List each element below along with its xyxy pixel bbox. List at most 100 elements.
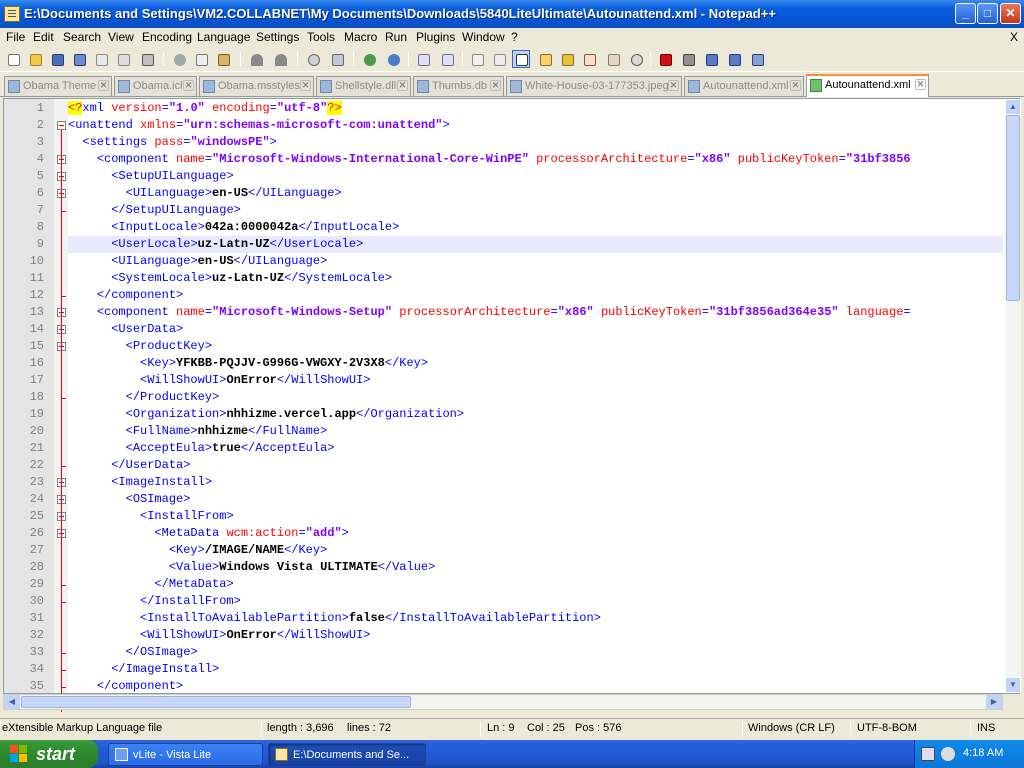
code-line[interactable]: <MetaData wcm:action="add"> xyxy=(68,525,1003,542)
horizontal-scroll-thumb[interactable] xyxy=(21,696,411,708)
menu-edit[interactable]: Edit xyxy=(33,30,54,44)
code-line[interactable]: </ProductKey> xyxy=(68,389,1003,406)
scroll-down-icon[interactable]: ▼ xyxy=(1005,677,1021,693)
menu-settings[interactable]: Settings xyxy=(256,30,299,44)
menu-macro[interactable]: Macro xyxy=(344,30,377,44)
undo-icon[interactable] xyxy=(247,50,265,68)
tab-close-icon[interactable]: ✕ xyxy=(790,80,801,91)
save-icon[interactable] xyxy=(48,50,66,68)
code-line[interactable]: <SetupUILanguage> xyxy=(68,168,1003,185)
menu-search[interactable]: Search xyxy=(63,30,101,44)
code-line[interactable]: <WillShowUI>OnError</WillShowUI> xyxy=(68,372,1003,389)
menu-close-document[interactable]: X xyxy=(1010,30,1018,44)
code-line[interactable]: </SetupUILanguage> xyxy=(68,202,1003,219)
code-line[interactable]: </ImageInstall> xyxy=(68,661,1003,678)
vertical-scrollbar[interactable]: ▲ ▼ xyxy=(1005,99,1021,693)
paste-icon[interactable] xyxy=(214,50,232,68)
code-area[interactable]: <?xml version="1.0" encoding="utf-8"?> <u… xyxy=(68,99,1003,693)
cut-icon[interactable] xyxy=(170,50,188,68)
record-macro-icon[interactable] xyxy=(656,50,674,68)
save-macro-icon[interactable] xyxy=(748,50,766,68)
close-file-icon[interactable] xyxy=(92,50,110,68)
menu-help[interactable]: ? xyxy=(511,30,518,44)
code-line[interactable]: <unattend xmlns="urn:schemas-microsoft-c… xyxy=(68,117,1003,134)
code-line[interactable]: <SystemLocale>uz-Latn-UZ</SystemLocale> xyxy=(68,270,1003,287)
indent-guide-icon[interactable] xyxy=(512,50,530,68)
user-language-icon[interactable] xyxy=(536,50,554,68)
tab-shellstyle-dll[interactable]: Shellstyle.dll ✕ xyxy=(316,76,411,96)
fold-toggle-icon[interactable] xyxy=(57,121,66,130)
code-line[interactable]: <UILanguage>en-US</UILanguage> xyxy=(68,253,1003,270)
menu-run[interactable]: Run xyxy=(385,30,407,44)
fold-margin[interactable] xyxy=(54,99,68,712)
start-button[interactable]: start xyxy=(0,740,98,768)
close-button[interactable]: ✕ xyxy=(1000,3,1021,24)
function-list-icon[interactable] xyxy=(580,50,598,68)
print-icon[interactable] xyxy=(138,50,156,68)
show-all-chars-icon[interactable] xyxy=(490,50,508,68)
code-line[interactable]: <InstallFrom> xyxy=(68,508,1003,525)
title-bar[interactable]: E:\Documents and Settings\VM2.COLLABNET\… xyxy=(0,0,1024,28)
code-line[interactable]: <WillShowUI>OnError</WillShowUI> xyxy=(68,627,1003,644)
menu-window[interactable]: Window xyxy=(462,30,505,44)
code-line[interactable]: </UserData> xyxy=(68,457,1003,474)
scroll-left-icon[interactable]: ◀ xyxy=(4,695,20,709)
save-all-icon[interactable] xyxy=(70,50,88,68)
tab-thumbs-db[interactable]: Thumbs.db ✕ xyxy=(413,76,504,96)
monitoring-icon[interactable] xyxy=(627,50,645,68)
menu-language[interactable]: Language xyxy=(197,30,250,44)
menu-encoding[interactable]: Encoding xyxy=(142,30,192,44)
redo-icon[interactable] xyxy=(271,50,289,68)
menu-plugins[interactable]: Plugins xyxy=(416,30,455,44)
code-line[interactable]: <ImageInstall> xyxy=(68,474,1003,491)
sync-horizontal-icon[interactable] xyxy=(438,50,456,68)
code-line[interactable]: <Value>Windows Vista ULTIMATE</Value> xyxy=(68,559,1003,576)
status-eol[interactable]: Windows (CR LF) xyxy=(748,722,835,734)
close-all-icon[interactable] xyxy=(114,50,132,68)
tab-close-icon[interactable]: ✕ xyxy=(98,80,109,91)
code-line[interactable]: <ProductKey> xyxy=(68,338,1003,355)
tab-autounattend-xml-1[interactable]: Autounattend.xml ✕ xyxy=(684,76,804,96)
code-line[interactable]: <settings pass="windowsPE"> xyxy=(68,134,1003,151)
task-notepadpp[interactable]: E:\Documents and Se... xyxy=(268,743,426,766)
vertical-scroll-thumb[interactable] xyxy=(1006,115,1020,301)
zoom-out-icon[interactable] xyxy=(384,50,402,68)
tab-close-icon[interactable]: ✕ xyxy=(915,79,926,90)
volume-icon[interactable] xyxy=(941,747,955,761)
run-macro-multiple-icon[interactable] xyxy=(725,50,743,68)
tab-close-icon[interactable]: ✕ xyxy=(668,80,679,91)
new-file-icon[interactable] xyxy=(4,50,22,68)
code-line[interactable]: <Key>/IMAGE/NAME</Key> xyxy=(68,542,1003,559)
doc-map-icon[interactable] xyxy=(558,50,576,68)
code-line[interactable]: <Key>YFKBB-PQJJV-G996G-VWGXY-2V3X8</Key> xyxy=(68,355,1003,372)
code-line[interactable]: <UILanguage>en-US</UILanguage> xyxy=(68,185,1003,202)
find-icon[interactable] xyxy=(304,50,322,68)
open-file-icon[interactable] xyxy=(26,50,44,68)
maximize-button[interactable]: □ xyxy=(977,3,998,24)
code-line[interactable]: <AcceptEula>true</AcceptEula> xyxy=(68,440,1003,457)
play-macro-icon[interactable] xyxy=(702,50,720,68)
tab-close-icon[interactable]: ✕ xyxy=(490,80,501,91)
tab-obama-icl[interactable]: Obama.icl ✕ xyxy=(114,76,197,96)
code-line[interactable]: <UserLocale>uz-Latn-UZ</UserLocale> xyxy=(68,236,1003,253)
sync-vertical-icon[interactable] xyxy=(414,50,432,68)
keyboard-icon[interactable] xyxy=(921,747,935,761)
zoom-in-icon[interactable] xyxy=(360,50,378,68)
horizontal-scrollbar[interactable]: ◀ ▶ xyxy=(3,694,1003,710)
menu-view[interactable]: View xyxy=(108,30,134,44)
code-line[interactable]: <OSImage> xyxy=(68,491,1003,508)
code-line[interactable]: <FullName>nhhizme</FullName> xyxy=(68,423,1003,440)
scroll-up-icon[interactable]: ▲ xyxy=(1005,99,1021,115)
task-vlite[interactable]: vLite - Vista Lite xyxy=(108,743,263,766)
word-wrap-icon[interactable] xyxy=(468,50,486,68)
status-encoding[interactable]: UTF-8-BOM xyxy=(857,722,917,734)
code-line[interactable]: </InstallFrom> xyxy=(68,593,1003,610)
code-line[interactable]: </OSImage> xyxy=(68,644,1003,661)
replace-icon[interactable] xyxy=(328,50,346,68)
clock[interactable]: 4:18 AM xyxy=(963,747,1003,759)
code-line[interactable]: </component> xyxy=(68,287,1003,304)
tab-close-icon[interactable]: ✕ xyxy=(183,80,194,91)
menu-tools[interactable]: Tools xyxy=(307,30,335,44)
tab-close-icon[interactable]: ✕ xyxy=(300,80,311,91)
tab-autounattend-xml-active[interactable]: Autounattend.xml ✕ xyxy=(806,74,929,97)
